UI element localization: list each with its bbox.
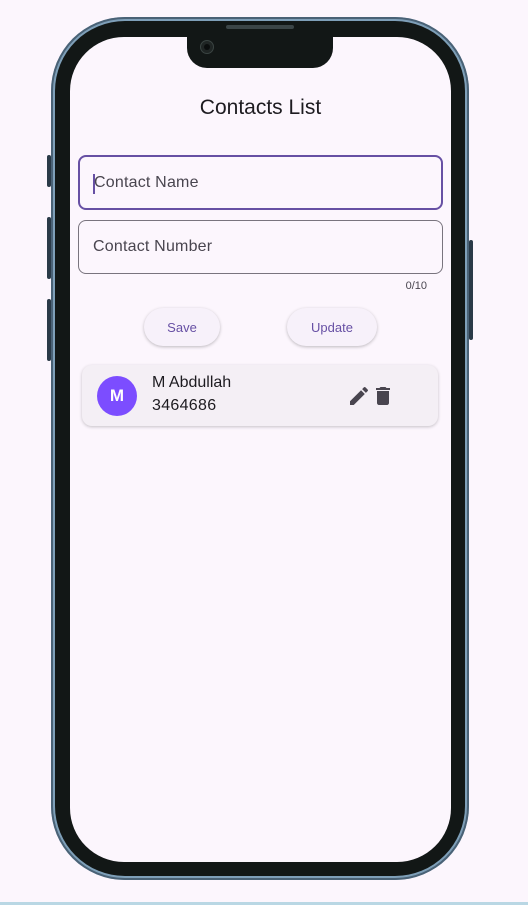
- character-counter: 0/10: [405, 280, 427, 292]
- contact-name: M Abdullah: [152, 374, 232, 391]
- page-title: Contacts List: [199, 96, 322, 119]
- power-button: [469, 240, 473, 340]
- contact-name-placeholder: Contact Name: [94, 173, 199, 191]
- delete-icon[interactable]: [371, 384, 395, 408]
- contact-card: M M Abdullah 3464686: [82, 365, 438, 426]
- contact-number: 3464686: [152, 397, 217, 414]
- volume-down-button: [47, 299, 51, 361]
- avatar: M: [97, 376, 137, 416]
- contact-name-field[interactable]: Contact Name: [78, 155, 443, 210]
- save-button[interactable]: Save: [144, 308, 220, 346]
- update-button[interactable]: Update: [287, 308, 377, 346]
- contact-number-field[interactable]: Contact Number: [78, 220, 443, 274]
- speaker-grille: [226, 25, 294, 29]
- volume-up-button: [47, 217, 51, 279]
- camera-icon: [200, 40, 214, 54]
- mute-switch: [47, 155, 51, 187]
- contact-number-placeholder: Contact Number: [93, 238, 213, 255]
- edit-icon[interactable]: [347, 384, 371, 408]
